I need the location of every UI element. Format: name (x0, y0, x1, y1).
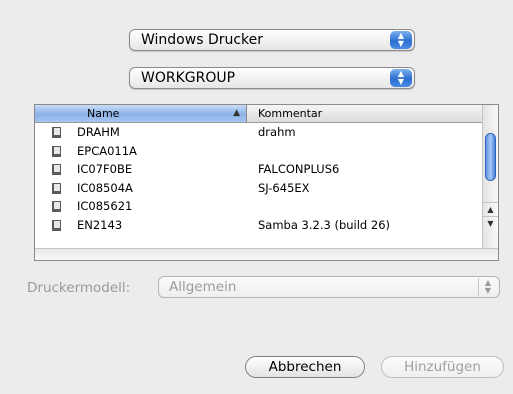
list-header: Name ▲ Kommentar (35, 105, 483, 123)
row-comment: Samba 3.2.3 (build 26) (258, 217, 391, 232)
printer-type-value: Windows Drucker (141, 32, 264, 48)
row-comment: FALCONPLUS6 (258, 162, 340, 176)
table-row[interactable]: DRAHM drahm (35, 123, 483, 142)
column-header-name-label: Name (87, 107, 120, 120)
row-name: EN2143 (77, 217, 123, 232)
row-name: DRAHM (77, 125, 120, 139)
table-row[interactable]: IC07F0BE FALCONPLUS6 (35, 160, 483, 179)
add-button: Hinzufügen (381, 356, 504, 378)
popup-arrows-icon: ▲ ▼ (390, 31, 412, 49)
horizontal-scrollbar[interactable] (35, 248, 498, 260)
printer-icon (52, 182, 61, 194)
row-comment: SJ-645EX (258, 180, 310, 195)
printer-icon (52, 145, 61, 157)
column-header-comment[interactable]: Kommentar (258, 105, 322, 122)
table-row[interactable]: EN2143 Samba 3.2.3 (build 26) (35, 216, 483, 235)
workgroup-popup[interactable]: WORKGROUP ▲ ▼ (129, 67, 415, 89)
workgroup-value: WORKGROUP (141, 70, 236, 86)
printer-model-label: Druckermodell: (27, 280, 131, 296)
sort-ascending-icon: ▲ (233, 108, 240, 118)
printer-icon (52, 127, 61, 138)
column-header-name[interactable]: Name ▲ (35, 105, 247, 122)
row-name: EPCA011A (77, 143, 137, 158)
row-name: IC08504A (77, 180, 133, 195)
table-row[interactable]: IC08504A SJ-645EX (35, 179, 483, 198)
printer-model-popup: Allgemein ▲ ▼ (158, 276, 500, 298)
popup-arrows-icon: ▲ ▼ (478, 278, 497, 296)
scroll-thumb[interactable] (485, 133, 496, 181)
row-name: IC07F0BE (77, 162, 133, 176)
cancel-button[interactable]: Abbrechen (245, 356, 365, 378)
scroll-down-arrow-icon[interactable]: ▼ (483, 216, 498, 230)
printer-model-value: Allgemein (169, 279, 237, 295)
printer-icon (52, 201, 61, 212)
row-name: IC085621 (77, 199, 133, 213)
printer-list[interactable]: Name ▲ Kommentar DRAHM drahm EPCA011A IC… (34, 104, 499, 261)
printer-type-popup[interactable]: Windows Drucker ▲ ▼ (129, 29, 415, 51)
vertical-scrollbar[interactable]: ▲ ▼ (482, 105, 498, 248)
printer-icon (52, 219, 61, 231)
table-row[interactable]: EPCA011A (35, 142, 483, 161)
list-rows: DRAHM drahm EPCA011A IC07F0BE FALCONPLUS… (35, 123, 483, 248)
table-row[interactable]: IC085621 (35, 197, 483, 216)
popup-arrows-icon: ▲ ▼ (390, 69, 412, 87)
scroll-up-arrow-icon[interactable]: ▲ (483, 202, 498, 216)
printer-icon (52, 164, 61, 175)
row-comment: drahm (258, 125, 296, 139)
